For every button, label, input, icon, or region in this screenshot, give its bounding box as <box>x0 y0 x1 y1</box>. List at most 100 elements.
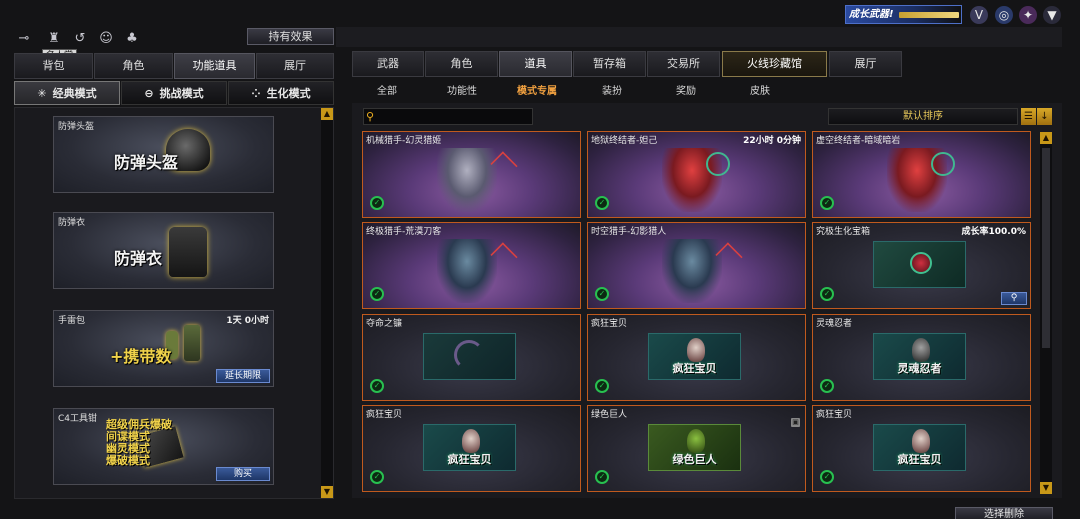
item-card[interactable]: 终极猎手-荒漠刀客 ✓ <box>362 222 581 309</box>
subtab-dressup[interactable]: 装扮 <box>592 84 632 100</box>
sort-arrow-icon[interactable]: ↓ <box>1037 108 1052 125</box>
mode-list: 超级佣兵爆破 间谍模式 幽灵模式 爆破模式 <box>106 419 172 467</box>
lock-icon[interactable]: ▣ <box>791 418 800 427</box>
tab-function-items[interactable]: 功能道具 <box>174 53 255 79</box>
v-logo-icon[interactable]: ▼ <box>1043 6 1061 24</box>
equip-name: 防弹头盔 <box>58 122 95 132</box>
item-card[interactable]: 绿色巨人 ▣ 绿色巨人 ✓ <box>587 405 806 492</box>
search-input[interactable]: ⚲ <box>363 108 533 125</box>
item-card[interactable]: 夺命之镰 ✓ <box>362 314 581 401</box>
subtab-rewards[interactable]: 奖励 <box>666 84 706 100</box>
panel-title: 疯狂宝贝 <box>897 453 942 466</box>
tab-exchange[interactable]: 交易所 <box>647 51 720 77</box>
subtab-mode-exclusive[interactable]: 模式专属 <box>508 84 566 100</box>
green-badge-icon: ✓ <box>370 287 384 301</box>
key-icon[interactable]: ⊸ <box>14 28 34 48</box>
green-badge-icon: ✓ <box>595 470 609 484</box>
subtab-skins[interactable]: 皮肤 <box>740 84 780 100</box>
item-card[interactable]: 灵魂忍者 灵魂忍者 ✓ <box>812 314 1031 401</box>
left-scrollbar[interactable]: ▲ ▼ <box>321 108 333 498</box>
globe-icon[interactable]: ◎ <box>995 6 1013 24</box>
scroll-up-icon[interactable]: ▲ <box>1040 132 1052 144</box>
equip-name: 防弹衣 <box>58 218 86 228</box>
scroll-thumb[interactable] <box>1042 148 1050 348</box>
character-figure <box>687 429 705 453</box>
buy-button[interactable]: 购买 <box>216 467 270 481</box>
compass-icon[interactable]: ✦ <box>1019 6 1037 24</box>
item-name: 时空猎手-幻影猎人 <box>591 227 667 237</box>
tab-zombie-mode[interactable]: ⁘ 生化模式 <box>228 81 334 105</box>
classic-mode-icon: ✳ <box>37 86 47 100</box>
person-icon[interactable]: ☺ <box>96 28 116 48</box>
equip-title: 防弹衣 <box>114 249 163 268</box>
item-name: 灵魂忍者 <box>816 319 853 329</box>
tab-collection[interactable]: 火线珍藏馆 <box>722 51 827 77</box>
tab-characters[interactable]: 角色 <box>425 51 498 77</box>
gun-icon <box>899 12 959 18</box>
equip-title: 防弹头盔 <box>114 153 179 172</box>
panel-title: 灵魂忍者 <box>897 362 942 375</box>
item-card[interactable]: 疯狂宝贝 疯狂宝贝 ✓ <box>587 314 806 401</box>
select-delete-button[interactable]: 选择删除 <box>955 507 1053 519</box>
green-badge-icon: ✓ <box>820 470 834 484</box>
effect-button[interactable]: 持有效果 <box>247 28 334 45</box>
tab-exhibit[interactable]: 展厅 <box>829 51 902 77</box>
tab-showroom[interactable]: 展厅 <box>256 53 334 79</box>
equip-card-grenade-pack[interactable]: 手雷包 1天 0小时 +携带数 延长期限 <box>53 310 274 387</box>
promo-banner[interactable]: 成长武器! <box>845 5 962 24</box>
green-badge-icon: ✓ <box>370 379 384 393</box>
subtab-functional[interactable]: 功能性 <box>440 84 484 100</box>
right-scrollbar[interactable]: ▲ ▼ <box>1040 132 1052 494</box>
character-panel: 疯狂宝贝 <box>648 333 741 380</box>
zombie-mode-icon: ⁘ <box>251 86 261 100</box>
grenade-icon <box>184 325 200 361</box>
item-card[interactable]: 时空猎手-幻影猎人 ✓ <box>587 222 806 309</box>
scroll-up-icon[interactable]: ▲ <box>321 108 333 120</box>
character-figure <box>912 338 930 362</box>
character-panel: 疯狂宝贝 <box>423 424 516 471</box>
item-name: 绿色巨人 <box>591 410 628 420</box>
tab-weapons[interactable]: 武器 <box>352 51 424 77</box>
item-card[interactable]: 虚空终结者-暗域暗岩 ✓ <box>812 131 1031 218</box>
green-badge-icon: ✓ <box>595 196 609 210</box>
sort-select[interactable]: 默认排序 <box>828 108 1018 125</box>
equip-name: C4工具钳 <box>58 414 98 424</box>
trophy-icon[interactable]: ♜ <box>44 28 64 48</box>
magnify-icon[interactable]: ⚲ <box>1001 292 1027 305</box>
equip-card-helmet[interactable]: 防弹头盔 防弹头盔 <box>53 116 274 193</box>
item-name: 究极生化宝箱 <box>816 227 871 237</box>
tab-backpack[interactable]: 背包 <box>14 53 93 79</box>
tab-storage[interactable]: 暂存箱 <box>573 51 646 77</box>
item-name: 疯狂宝贝 <box>591 319 628 329</box>
tab-classic-mode[interactable]: ✳ 经典模式 <box>14 81 120 105</box>
scroll-down-icon[interactable]: ▼ <box>321 486 333 498</box>
scroll-down-icon[interactable]: ▼ <box>1040 482 1052 494</box>
time-remaining: 22小时 0分钟 <box>743 136 801 146</box>
item-card[interactable]: 疯狂宝贝 疯狂宝贝 ✓ <box>362 405 581 492</box>
subtab-all[interactable]: 全部 <box>366 84 408 100</box>
shield-v-icon[interactable]: V <box>970 6 988 24</box>
growth-rate: 成长率100.0% <box>961 227 1027 237</box>
character-panel: 疯狂宝贝 <box>873 424 966 471</box>
tab-character[interactable]: 角色 <box>94 53 173 79</box>
tab-label: 经典模式 <box>52 87 97 100</box>
item-card[interactable]: 地狱终结者-妲己 22小时 0分钟 ✓ <box>587 131 806 218</box>
tab-challenge-mode[interactable]: ⊖ 挑战模式 <box>121 81 227 105</box>
item-card[interactable]: 究极生化宝箱 成长率100.0% ✓ ⚲ <box>812 222 1031 309</box>
tab-items[interactable]: 道具 <box>499 51 572 77</box>
equip-name: 手雷包 <box>58 316 86 326</box>
panel-title: 疯狂宝贝 <box>447 453 492 466</box>
character-figure <box>462 429 480 453</box>
rank-icon <box>706 152 730 176</box>
item-card[interactable]: 机械猎手-幻灵猎姬 ✓ <box>362 131 581 218</box>
item-card[interactable]: 疯狂宝贝 疯狂宝贝 ✓ <box>812 405 1031 492</box>
character-figure <box>687 338 705 362</box>
extend-button[interactable]: 延长期限 <box>216 369 270 383</box>
list-view-icon[interactable]: ☰ <box>1021 108 1036 125</box>
equip-card-c4-pliers[interactable]: C4工具钳 超级佣兵爆破 间谍模式 幽灵模式 爆破模式 购买 <box>53 408 274 485</box>
bag-icon[interactable]: ♣ <box>122 28 142 48</box>
equip-card-vest[interactable]: 防弹衣 防弹衣 <box>53 212 274 289</box>
scythe-image <box>423 333 516 380</box>
equip-title: +携带数 <box>110 347 172 366</box>
refresh-icon[interactable]: ↺ <box>70 28 90 48</box>
